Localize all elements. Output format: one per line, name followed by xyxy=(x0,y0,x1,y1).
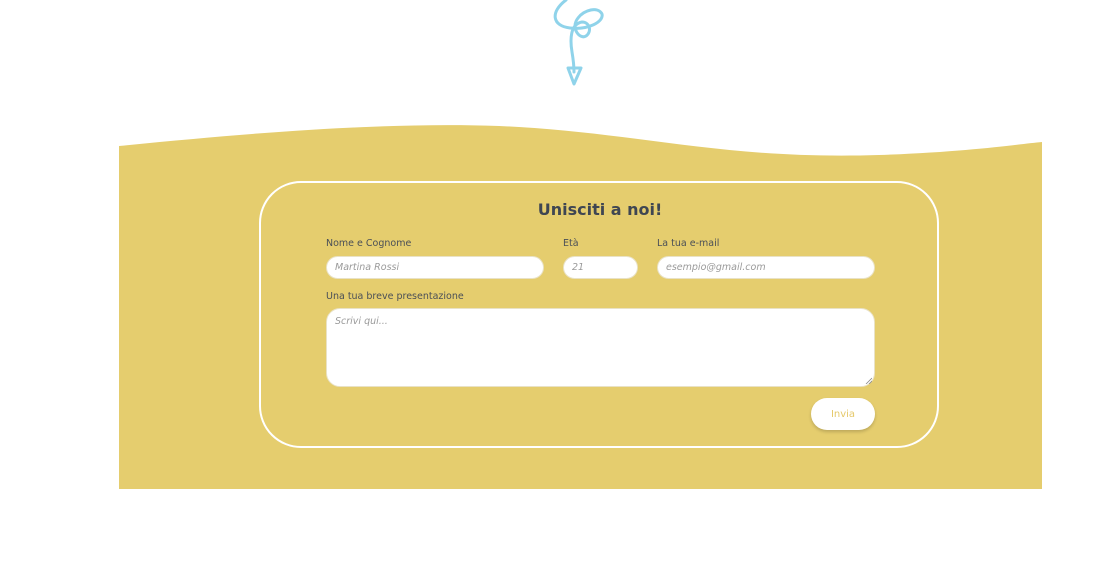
name-label: Nome e Cognome xyxy=(326,238,412,249)
email-input[interactable]: esempio@gmail.com xyxy=(657,256,875,279)
age-input[interactable]: 21 xyxy=(563,256,638,279)
arrow-squiggle-icon xyxy=(553,0,604,86)
email-label: La tua e-mail xyxy=(657,238,720,249)
name-input[interactable]: Martina Rossi xyxy=(326,256,544,279)
age-label: Età xyxy=(563,238,579,249)
bio-placeholder: Scrivi qui... xyxy=(335,316,388,327)
bio-textarea[interactable]: Scrivi qui... xyxy=(326,308,875,387)
submit-button[interactable]: Invia xyxy=(811,398,875,430)
form-title: Unisciti a noi! xyxy=(537,200,663,219)
page: Unisciti a noi! Nome e Cognome Età La tu… xyxy=(0,0,1120,563)
bio-label: Una tua breve presentazione xyxy=(326,291,464,302)
resize-handle-icon[interactable] xyxy=(865,377,872,384)
